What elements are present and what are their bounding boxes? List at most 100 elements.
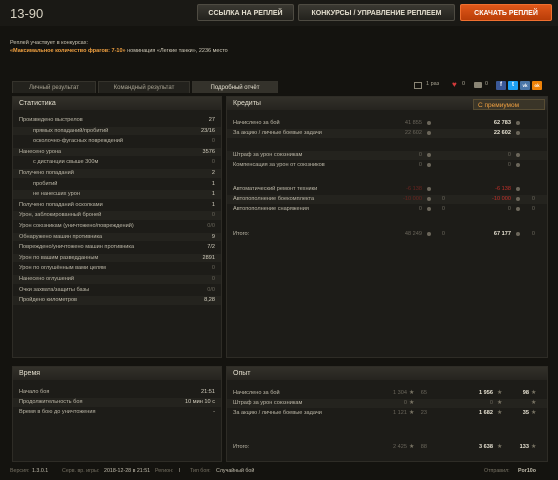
replay-title: 13-90 [10,6,44,21]
server-time-label: Серв. вр. игры: [62,468,100,474]
xp-row: За акцию / личные боевые задачи 1 121 23 1 … [227,409,547,418]
time-row-value: 10 мин 10 с [185,399,215,405]
contest-nomination: номинация «Легкие танки», 2236 место [125,48,228,54]
xp-row-label: За акцию / личные боевые задачи [233,410,322,416]
stats-row: Урон, заблокированный броней 0 [13,211,221,220]
stats-row-label: пробитий [33,180,58,187]
vk-icon[interactable]: vk [520,81,530,90]
stats-row-value: 2891 [202,254,215,261]
stats-row-value: 1 [211,191,215,198]
xp-total-label: Итого: [233,444,250,450]
stats-row-label: Урон по вашим разведданным [19,254,99,261]
credits-total-base: 48 249 [404,231,422,237]
xp-base-value: 1 121 [393,410,407,416]
time-row-value: - [213,409,215,415]
xp-star-icon: ★ [531,410,537,416]
xp-star-icon: ★ [497,400,503,406]
stats-row-value: 2 [211,170,215,176]
twitter-icon[interactable]: t [508,81,518,90]
xp-star-icon: ★ [497,390,503,396]
experience-panel: Опыт Начислено за бой 1 304 65 1 956 98 ★ ★ ★ Шт… [226,366,548,462]
time-row: Продолжительность боя 10 мин 10 с [13,398,221,407]
stats-row: Урон по оглушённым вами целям 0 [13,264,221,273]
time-row-label: Начало боя [19,389,50,395]
stats-row-value: 7/2 [207,244,215,251]
xp-star-icon: ★ [409,410,415,416]
download-replay-button[interactable]: СКАЧАТЬ РЕПЛЕЙ [460,4,552,21]
credits-total-row: Итого: 48 249 0 67 177 0 [227,230,547,239]
credit-row: Автопополнение снаряжения 0 0 0 0 [227,205,547,214]
heart-icon[interactable]: ♥ [452,80,457,89]
stats-row: осколочно-фугасных повреждений 0 [13,137,221,146]
stats-row: Урон по вашим разведданным 2891 [13,253,221,263]
xp-base-free: 23 [420,410,427,416]
contests-manage-button[interactable]: КОНКУРСЫ / УПРАВЛЕНИЕ РЕПЛЕЕМ [298,4,455,21]
credit-row-label: Автопополнение снаряжения [233,206,309,212]
battle-type-label: Тип боя: [190,468,211,474]
xp-premium-value: 1 682 [479,410,493,416]
stats-row-label: Получено попаданий осколками [19,201,103,208]
credits-icon [516,197,520,201]
comments-count: 0 [485,81,489,87]
comment-icon[interactable] [474,82,482,88]
stats-row-label: с дистанции свыше 300м [33,159,99,166]
credits-icon [516,163,520,167]
stats-row-value: 23/16 [201,127,215,134]
credit-row-label: Автоматический ремонт техники [233,186,318,192]
tab-personal[interactable]: Личный результат [12,81,96,93]
credit-premium-value: 62 783 [493,120,511,126]
xp-row: Начислено за бой 1 304 65 1 956 98 ★ ★ ★ [227,389,547,398]
ok-icon[interactable]: ok [532,81,542,90]
xp-base-free: 65 [420,390,427,396]
stats-row-label: Урон, заблокированный броней [19,212,102,219]
tab-detailed[interactable]: Подробный отчёт [192,81,278,93]
stats-row-value: 0 [211,212,215,219]
stats-row-label: Пройдено километров [19,297,78,304]
credit-base-value: 22 602 [404,130,422,136]
stats-row-value: 0 [211,138,215,145]
stats-row-label: Повреждено/уничтожено машин противника [19,244,135,251]
credit-premium-value: 0 [507,162,511,168]
stats-row-label: прямых попаданий/пробитий [33,127,109,134]
stats-row: Нанесено урона 3576 [13,147,221,157]
stats-row: не нанесших урон 1 [13,190,221,199]
xp-row: Штраф за урон союзникам 0 0 ★ ★ ★ [227,399,547,408]
stats-row: Нанесено оглушений 0 [13,275,221,284]
xp-premium-free: 98 [522,390,529,396]
credits-icon [516,232,520,236]
credit-premium-gold: 0 [531,196,535,202]
time-row: Начало боя 21:51 [13,388,221,397]
credit-row: Компенсация за урон от союзников 0 0 [227,161,547,170]
stats-row-label: Очки захвата/защиты базы [19,286,90,293]
credit-base-value: 0 [418,152,422,158]
credits-panel: Кредиты С премиумом Начислено за бой 41 8… [226,96,548,358]
xp-star-icon: ★ [409,400,415,406]
credits-icon [427,187,431,191]
stats-row-value: 9 [211,233,215,240]
credit-premium-value: 0 [507,206,511,212]
credit-row: Начислено за бой 41 855 62 783 [227,119,547,128]
time-row: Время в бою до уничтожения - [13,408,221,417]
credit-row-label: Автопополнение боекомплекта [233,196,315,202]
replay-link-button[interactable]: ССЫЛКА НА РЕПЛЕЙ [197,4,294,21]
likes-count: 0 [462,81,466,87]
stats-row: пробитий 1 [13,180,221,189]
facebook-icon[interactable]: f [496,81,506,90]
sender-name[interactable]: Por10o [518,468,536,474]
stats-row-label: Произведено выстрелов [19,117,83,123]
tab-team[interactable]: Командный результат [98,81,190,93]
server-time-value: 2018-12-28 в 21:51 [104,468,151,474]
credits-total-label: Итого: [233,231,250,237]
stats-row: Получено попаданий 2 [13,169,221,178]
footer: Версия: 1.3.0.1 Серв. вр. игры: 2018-12-… [10,468,550,478]
xp-base-free: 88 [420,444,427,450]
stats-row: Обнаружено машин противника 9 [13,232,221,242]
credit-row: Автопополнение боекомплекта -10 000 0 -10 0… [227,195,547,204]
credits-icon [516,153,520,157]
credit-premium-value: 22 602 [493,130,511,136]
credits-icon [427,121,431,125]
stats-row: с дистанции свыше 300м 0 [13,158,221,167]
xp-star-icon: ★ [409,390,415,396]
xp-premium-value: 0 [489,400,493,406]
credits-icon [516,121,520,125]
